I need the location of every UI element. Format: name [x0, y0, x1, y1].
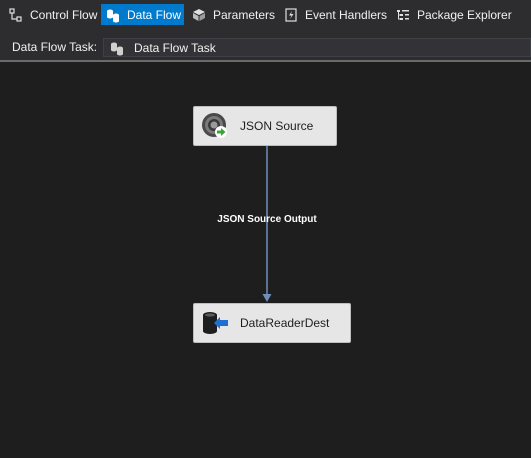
task-selector-dropdown[interactable]: Data Flow Task: [103, 38, 531, 57]
json-source-icon: [200, 111, 230, 141]
tab-package-explorer-label: Package Explorer: [417, 7, 512, 22]
tab-data-flow-label: Data Flow: [127, 7, 182, 22]
data-flow-path-label[interactable]: JSON Source Output: [200, 214, 334, 225]
task-selector-value: Data Flow Task: [134, 40, 216, 55]
datareader-destination-component[interactable]: DataReaderDest: [193, 303, 351, 343]
tab-event-handlers-label: Event Handlers: [305, 7, 388, 22]
ssis-designer: Control Flow Data Flow Parameters Event …: [0, 0, 531, 458]
task-selector-label: Data Flow Task:: [12, 40, 98, 54]
package-explorer-icon: [395, 7, 411, 23]
tab-data-flow[interactable]: Data Flow: [101, 4, 184, 25]
datareader-destination-label: DataReaderDest: [240, 316, 330, 330]
json-source-label: JSON Source: [240, 119, 314, 133]
tab-package-explorer[interactable]: Package Explorer: [394, 4, 512, 25]
parameters-icon: [191, 7, 207, 23]
tab-parameters-label: Parameters: [213, 7, 276, 22]
tab-control-flow-label: Control Flow: [30, 7, 98, 22]
data-flow-icon: [105, 7, 121, 23]
control-flow-icon: [8, 7, 24, 23]
event-handlers-icon: [283, 7, 299, 23]
tab-event-handlers[interactable]: Event Handlers: [282, 4, 388, 25]
designer-tab-bar: Control Flow Data Flow Parameters Event …: [0, 0, 531, 30]
json-source-component[interactable]: JSON Source: [193, 106, 337, 146]
tab-control-flow[interactable]: Control Flow: [5, 4, 97, 25]
datareader-destination-icon: [200, 308, 230, 338]
data-flow-design-surface[interactable]: JSON Source Output JSON Source DataReade…: [0, 62, 531, 458]
tab-parameters[interactable]: Parameters: [190, 4, 276, 25]
data-flow-task-icon: [109, 40, 125, 56]
